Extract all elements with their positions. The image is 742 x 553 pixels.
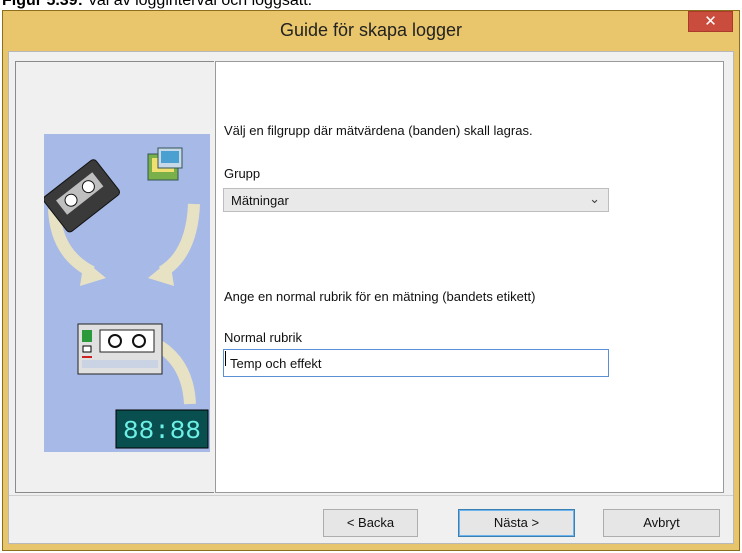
digital-clock-icon: 88:88 <box>115 409 209 449</box>
form-pane: Välj en filgrupp där mätvärdena (banden)… <box>215 61 724 493</box>
wizard-window: Guide för skapa logger ✕ 88:88 Välj en f… <box>2 10 740 551</box>
group-select-value: Mätningar <box>231 193 289 208</box>
figure-caption-number: Figur 5.39: <box>2 0 83 9</box>
arrow-right-icon <box>158 203 200 278</box>
group-label: Grupp <box>224 166 261 181</box>
figure-caption-text: Val av logginterval och loggsätt. <box>82 0 313 9</box>
wizard-client-area: 88:88 Välj en filgrupp där mätvärdena (b… <box>8 51 734 544</box>
close-icon: ✕ <box>704 13 717 30</box>
normal-caption-label: Normal rubrik <box>224 330 303 345</box>
text-caret <box>225 351 226 366</box>
tape-recorder-icon <box>77 323 163 375</box>
window-title: Guide för skapa logger <box>279 20 463 40</box>
logger-illustration: 88:88 <box>44 134 210 452</box>
group-instruction: Välj en filgrupp där mätvärdena (banden)… <box>224 123 533 138</box>
clock-digits: 88:88 <box>123 416 201 446</box>
chevron-down-icon: ⌄ <box>589 191 600 206</box>
figure-caption: Figur 5.39: Val av logginterval och logg… <box>2 0 312 10</box>
computer-icon <box>147 147 183 181</box>
button-separator <box>9 495 733 496</box>
normal-caption-input[interactable]: Temp och effekt <box>223 349 609 377</box>
cancel-button[interactable]: Avbryt <box>603 509 720 537</box>
illustration-pane: 88:88 <box>15 61 214 493</box>
next-button[interactable]: Nästa > <box>458 509 575 537</box>
close-button[interactable]: ✕ <box>688 11 733 32</box>
normal-caption-value: Temp och effekt <box>230 356 322 371</box>
arrow-left-head-icon <box>80 260 106 286</box>
title-bar[interactable]: Guide för skapa logger ✕ <box>3 11 739 51</box>
caption-instruction: Ange en normal rubrik för en mätning (ba… <box>224 289 536 304</box>
logger-illustration-graphic: 88:88 <box>44 147 209 449</box>
group-select[interactable]: Mätningar ⌄ <box>223 188 609 212</box>
back-button[interactable]: < Backa <box>323 509 418 537</box>
arrow-right-head-icon <box>148 260 174 286</box>
